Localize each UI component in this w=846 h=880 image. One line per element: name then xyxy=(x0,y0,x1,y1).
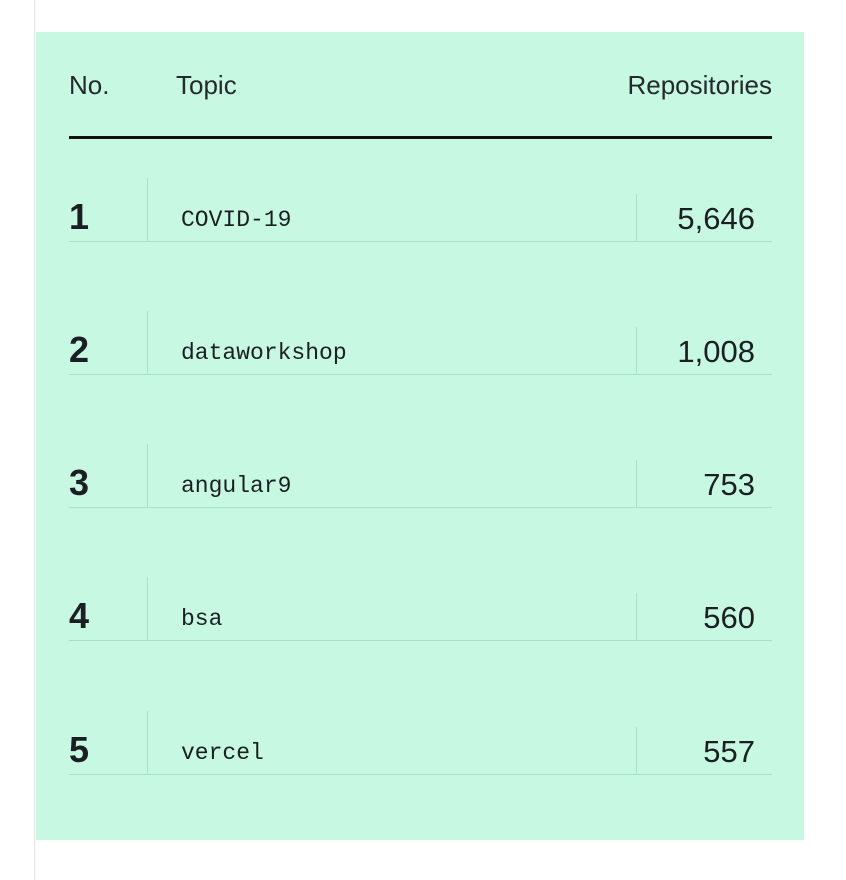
table-row: 1 COVID-19 5,646 xyxy=(69,178,772,242)
row-divider-bottom xyxy=(69,640,772,641)
header-topic: Topic xyxy=(176,70,237,100)
row-topic-link[interactable]: COVID-19 xyxy=(181,207,291,233)
header-divider xyxy=(69,136,772,139)
row-divider-bottom xyxy=(69,507,772,508)
page-left-border xyxy=(34,0,35,880)
row-divider-right xyxy=(636,194,637,242)
row-topic-link[interactable]: angular9 xyxy=(181,473,291,499)
row-divider-bottom xyxy=(69,241,772,242)
row-divider-bottom xyxy=(69,374,772,375)
table-header: No. Topic Repositories xyxy=(69,70,772,102)
row-topic-link[interactable]: bsa xyxy=(181,606,222,632)
header-repositories: Repositories xyxy=(627,70,772,100)
top-topics-table: No. Topic Repositories 1 COVID-19 5,646 … xyxy=(36,32,804,840)
row-rank: 4 xyxy=(69,595,90,636)
row-divider-right xyxy=(636,460,637,508)
table-row: 3 angular9 753 xyxy=(69,444,772,508)
table-row: 2 dataworkshop 1,008 xyxy=(69,311,772,375)
row-rank: 3 xyxy=(69,462,90,503)
row-rank: 2 xyxy=(69,329,90,370)
row-divider-right xyxy=(636,593,637,641)
row-topic-link[interactable]: dataworkshop xyxy=(181,340,347,366)
row-divider-left xyxy=(147,444,148,508)
row-repository-count: 557 xyxy=(703,734,755,769)
row-rank: 1 xyxy=(69,196,90,237)
row-repository-count: 560 xyxy=(703,600,755,635)
row-repository-count: 1,008 xyxy=(677,334,755,369)
row-divider-bottom xyxy=(69,774,772,775)
row-divider-left xyxy=(147,311,148,375)
table-row: 4 bsa 560 xyxy=(69,577,772,641)
row-repository-count: 5,646 xyxy=(677,201,755,236)
header-no: No. xyxy=(69,70,110,100)
row-divider-left xyxy=(147,178,148,242)
row-divider-right xyxy=(636,727,637,775)
row-divider-left xyxy=(147,711,148,775)
row-rank: 5 xyxy=(69,729,90,770)
row-repository-count: 753 xyxy=(703,467,755,502)
table-row: 5 vercel 557 xyxy=(69,711,772,775)
row-divider-right xyxy=(636,327,637,375)
row-divider-left xyxy=(147,577,148,641)
row-topic-link[interactable]: vercel xyxy=(181,740,264,766)
